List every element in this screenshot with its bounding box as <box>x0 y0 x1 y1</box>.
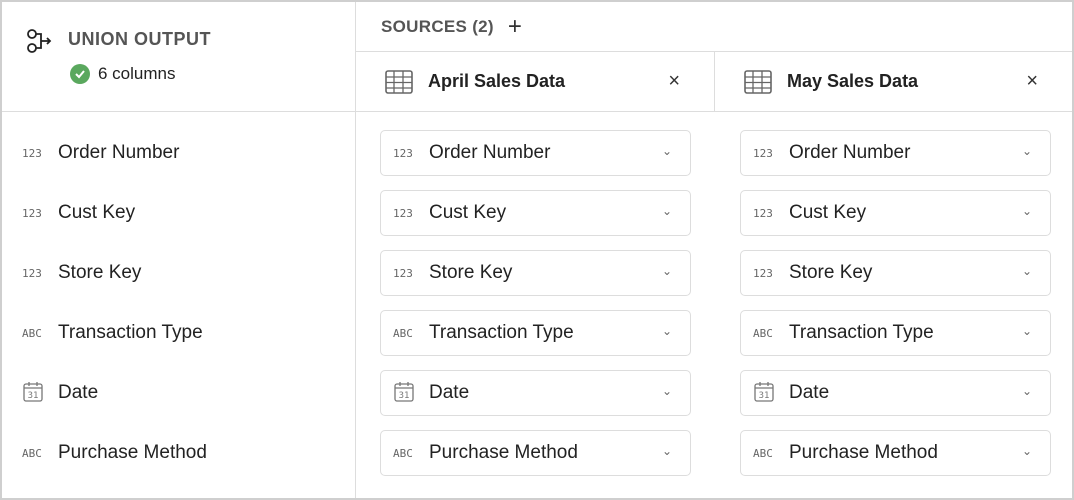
text-type-icon: ABC <box>22 326 42 340</box>
check-circle-icon <box>70 64 90 84</box>
selected-column: Date <box>429 382 470 403</box>
source-name: May Sales Data <box>787 71 919 91</box>
source-column-select[interactable]: 123 Cust Key ⌄ <box>380 190 691 236</box>
column-name: Store Key <box>58 262 142 283</box>
remove-source-button[interactable]: × <box>668 70 680 93</box>
chevron-down-icon: ⌄ <box>1021 204 1032 218</box>
column-name: Order Number <box>58 142 180 163</box>
source-column-select[interactable]: ABC Purchase Method ⌄ <box>380 430 691 476</box>
remove-source-button[interactable]: × <box>1026 70 1038 93</box>
number-type-icon: 123 <box>753 206 773 220</box>
column-count: 6 columns <box>70 64 175 84</box>
output-column: 123 Cust Key <box>22 190 135 236</box>
output-column: 123 Store Key <box>22 250 141 296</box>
number-type-icon: 123 <box>22 146 42 160</box>
svg-text:31: 31 <box>399 391 410 401</box>
number-type-icon: 123 <box>753 146 773 160</box>
output-column: 123 Order Number <box>22 130 179 176</box>
chevron-down-icon: ⌄ <box>1021 324 1032 338</box>
column-name: Date <box>58 382 99 403</box>
sources-header: SOURCES (2) + <box>356 2 1072 52</box>
source-column-select[interactable]: ABC Transaction Type ⌄ <box>740 310 1051 356</box>
column-name: Cust Key <box>58 202 136 223</box>
source-column-select[interactable]: 123 Store Key ⌄ <box>380 250 691 296</box>
source-column-select[interactable]: ABC Purchase Method ⌄ <box>740 430 1051 476</box>
table-icon <box>744 69 772 94</box>
selected-column: Store Key <box>789 262 873 283</box>
table-icon <box>385 69 413 94</box>
number-type-icon: 123 <box>393 266 413 280</box>
selected-column: Cust Key <box>429 202 507 223</box>
union-output-title: UNION OUTPUT <box>68 29 211 49</box>
text-type-icon: ABC <box>753 326 773 340</box>
calendar-icon: 31 <box>393 381 417 406</box>
source-column-select[interactable]: 31 Date ⌄ <box>380 370 691 416</box>
column-name: Transaction Type <box>58 322 203 343</box>
chevron-down-icon: ⌄ <box>661 264 672 278</box>
chevron-down-icon: ⌄ <box>661 144 672 158</box>
chevron-down-icon: ⌄ <box>1021 144 1032 158</box>
text-type-icon: ABC <box>753 446 773 460</box>
svg-text:31: 31 <box>28 391 39 401</box>
source-name: April Sales Data <box>428 71 566 91</box>
calendar-icon: 31 <box>22 381 46 406</box>
source-column-select[interactable]: 123 Order Number ⌄ <box>740 130 1051 176</box>
number-type-icon: 123 <box>393 146 413 160</box>
number-type-icon: 123 <box>22 266 42 280</box>
source-column-select[interactable]: 123 Cust Key ⌄ <box>740 190 1051 236</box>
svg-text:31: 31 <box>759 391 770 401</box>
chevron-down-icon: ⌄ <box>661 444 672 458</box>
calendar-icon: 31 <box>753 381 777 406</box>
selected-column: Date <box>789 382 830 403</box>
source-column-select[interactable]: 31 Date ⌄ <box>740 370 1051 416</box>
chevron-down-icon: ⌄ <box>1021 264 1032 278</box>
chevron-down-icon: ⌄ <box>1021 384 1032 398</box>
chevron-down-icon: ⌄ <box>661 204 672 218</box>
selected-column: Purchase Method <box>429 442 578 463</box>
source-column-select[interactable]: 123 Store Key ⌄ <box>740 250 1051 296</box>
chevron-down-icon: ⌄ <box>661 324 672 338</box>
union-icon <box>27 29 52 53</box>
text-type-icon: ABC <box>393 446 413 460</box>
text-type-icon: ABC <box>22 446 42 460</box>
column-name: Purchase Method <box>58 442 207 463</box>
output-column: ABC Transaction Type <box>22 310 203 356</box>
number-type-icon: 123 <box>22 206 42 220</box>
selected-column: Order Number <box>429 142 551 163</box>
output-column: 31 Date <box>22 370 98 416</box>
selected-column: Transaction Type <box>789 322 934 343</box>
add-source-button[interactable]: + <box>508 14 522 39</box>
column-count-label: 6 columns <box>98 64 176 83</box>
union-output-header: UNION OUTPUT 6 columns <box>2 2 355 112</box>
union-panel: UNION OUTPUT 6 columns SOURCES (2) + Apr… <box>0 0 1074 500</box>
source-column-select[interactable]: ABC Transaction Type ⌄ <box>380 310 691 356</box>
text-type-icon: ABC <box>393 326 413 340</box>
selected-column: Cust Key <box>789 202 867 223</box>
source-tab-may[interactable]: May Sales Data × <box>714 52 1072 111</box>
number-type-icon: 123 <box>393 206 413 220</box>
number-type-icon: 123 <box>753 266 773 280</box>
sources-title: SOURCES (2) <box>381 16 494 36</box>
selected-column: Store Key <box>429 262 513 283</box>
chevron-down-icon: ⌄ <box>1021 444 1032 458</box>
selected-column: Order Number <box>789 142 911 163</box>
selected-column: Purchase Method <box>789 442 938 463</box>
source-tab-april[interactable]: April Sales Data × <box>356 52 714 111</box>
chevron-down-icon: ⌄ <box>661 384 672 398</box>
selected-column: Transaction Type <box>429 322 574 343</box>
output-column: ABC Purchase Method <box>22 430 207 476</box>
source-column-select[interactable]: 123 Order Number ⌄ <box>380 130 691 176</box>
